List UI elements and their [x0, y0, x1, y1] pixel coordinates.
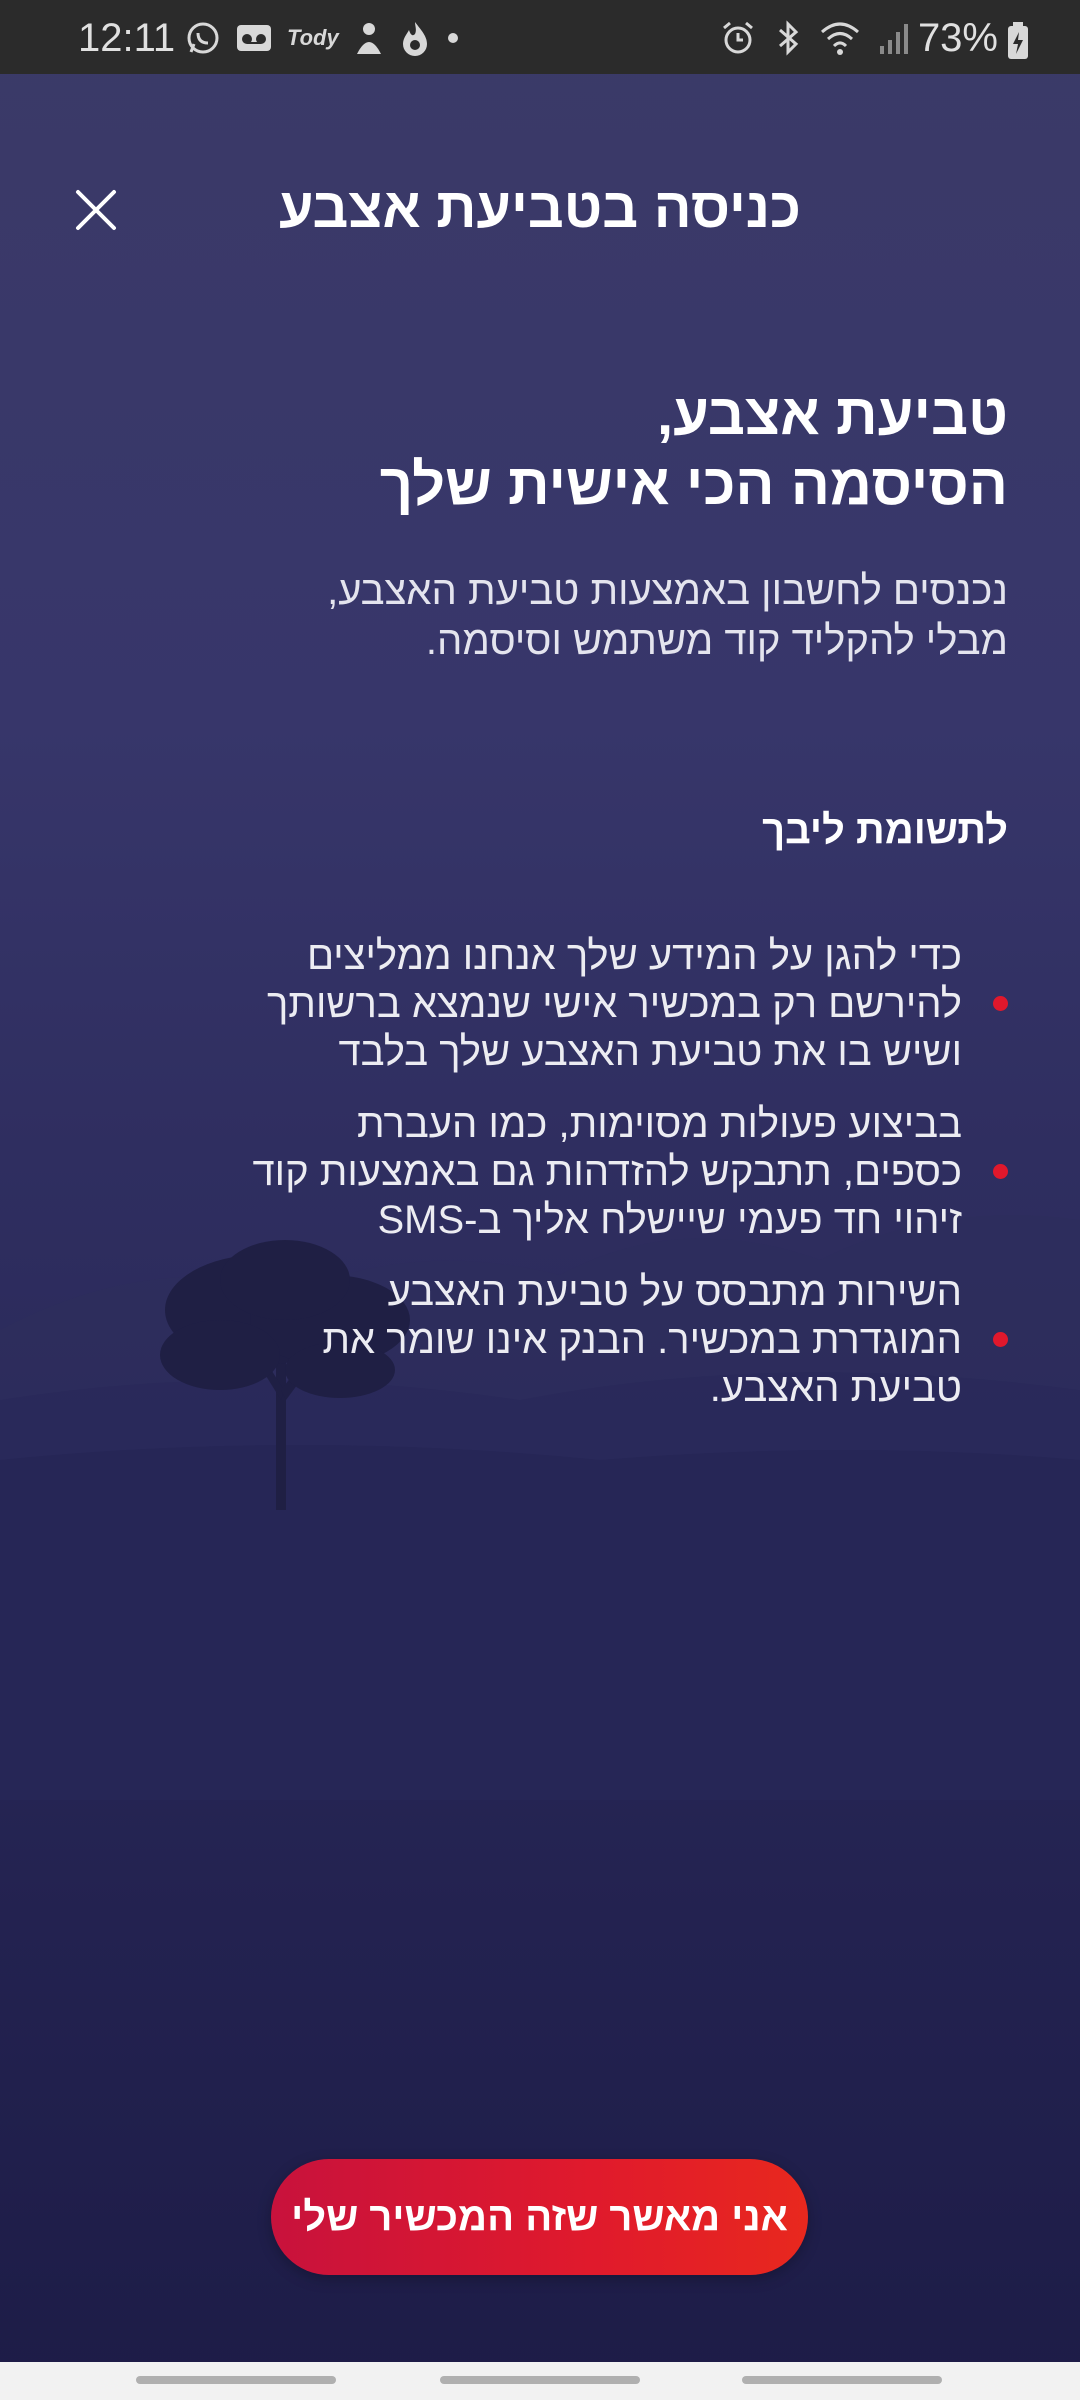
description: נכנסים לחשבון באמצעות טביעת האצבע, מבלי …: [108, 566, 1008, 666]
list-item-line: זיהוי חד פעמי שיישלח אליך ב-SMS: [377, 1198, 962, 1242]
bullet-dot-icon: [993, 1164, 1008, 1179]
list-item: השירות מתבסס על טביעת האצבע המוגדרת במכש…: [128, 1268, 1008, 1412]
confirm-device-button-label: אני מאשר שזה המכשיר שלי: [291, 2194, 788, 2239]
notification-icons: Tody: [185, 18, 461, 58]
fingerprint-login-screen: 12:11 Tody 73% כניסה בטביעת אצבע טביעת א…: [0, 0, 1080, 2400]
list-item: בביצוע פעולות מסוימות, כמו העברת כספים, …: [128, 1100, 1008, 1244]
flame-icon: [402, 22, 427, 56]
list-item-line: ושיש בו את טביעת האצבע שלך בלבד: [338, 1030, 962, 1074]
attention-heading: לתשומת ליבך: [762, 808, 1008, 852]
headline: טביעת אצבע, הסיסמה הכי אישית שלך: [108, 380, 1008, 520]
alarm-icon: [723, 21, 753, 54]
attention-list: כדי להגן על המידע שלך אנחנו ממליצים להיר…: [128, 932, 1008, 1436]
list-item-line: המוגדרת במכשיר. הבנק אינו שומר את: [322, 1318, 962, 1362]
description-line-2: מבלי להקליד קוד משתמש וסיסמה.: [425, 619, 1008, 663]
emoji-icon: [356, 23, 381, 54]
headline-line-2: הסיסמה הכי אישית שלך: [379, 452, 1008, 517]
signal-icon: [880, 24, 908, 54]
bullet-dot-icon: [993, 1332, 1008, 1347]
close-icon[interactable]: [66, 180, 126, 240]
bluetooth-icon: [779, 20, 799, 56]
list-item-line: בביצוע פעולות מסוימות, כמו העברת: [357, 1102, 962, 1146]
list-item-line: כספים, תתבקש להזדהות גם באמצעות קוד: [252, 1150, 962, 1194]
page-title: כניסה בטביעת אצבע: [279, 176, 801, 239]
list-item-line: להירשם רק במכשיר אישי שנמצא ברשותך: [266, 982, 962, 1026]
headline-line-1: טביעת אצבע,: [657, 382, 1008, 447]
description-line-1: נכנסים לחשבון באמצעות טביעת האצבע,: [327, 569, 1008, 613]
list-item-line: השירות מתבסס על טביעת האצבע: [387, 1270, 962, 1314]
navigation-bar: [0, 2362, 1080, 2400]
list-item-line: כדי להגן על המידע שלך אנחנו ממליצים: [306, 934, 962, 978]
bullet-dot-icon: [993, 996, 1008, 1011]
battery-percentage: 73%: [917, 16, 998, 60]
status-time: 12:11: [78, 16, 176, 60]
tody-icon: Tody: [287, 25, 339, 50]
list-item-line: טביעת האצבע.: [709, 1366, 962, 1410]
nav-recents-button[interactable]: [136, 2376, 336, 2384]
voicemail-icon: [237, 25, 271, 51]
nav-home-button[interactable]: [440, 2376, 640, 2384]
wifi-icon: [821, 22, 859, 55]
status-bar: 12:11 Tody 73%: [0, 0, 1080, 74]
nav-back-button[interactable]: [742, 2376, 942, 2384]
confirm-device-button[interactable]: אני מאשר שזה המכשיר שלי: [271, 2159, 808, 2275]
dot-icon: [447, 33, 458, 43]
whatsapp-icon: [187, 22, 219, 54]
system-icons: [720, 18, 910, 58]
battery-icon: [1008, 22, 1028, 59]
list-item: כדי להגן על המידע שלך אנחנו ממליצים להיר…: [128, 932, 1008, 1076]
